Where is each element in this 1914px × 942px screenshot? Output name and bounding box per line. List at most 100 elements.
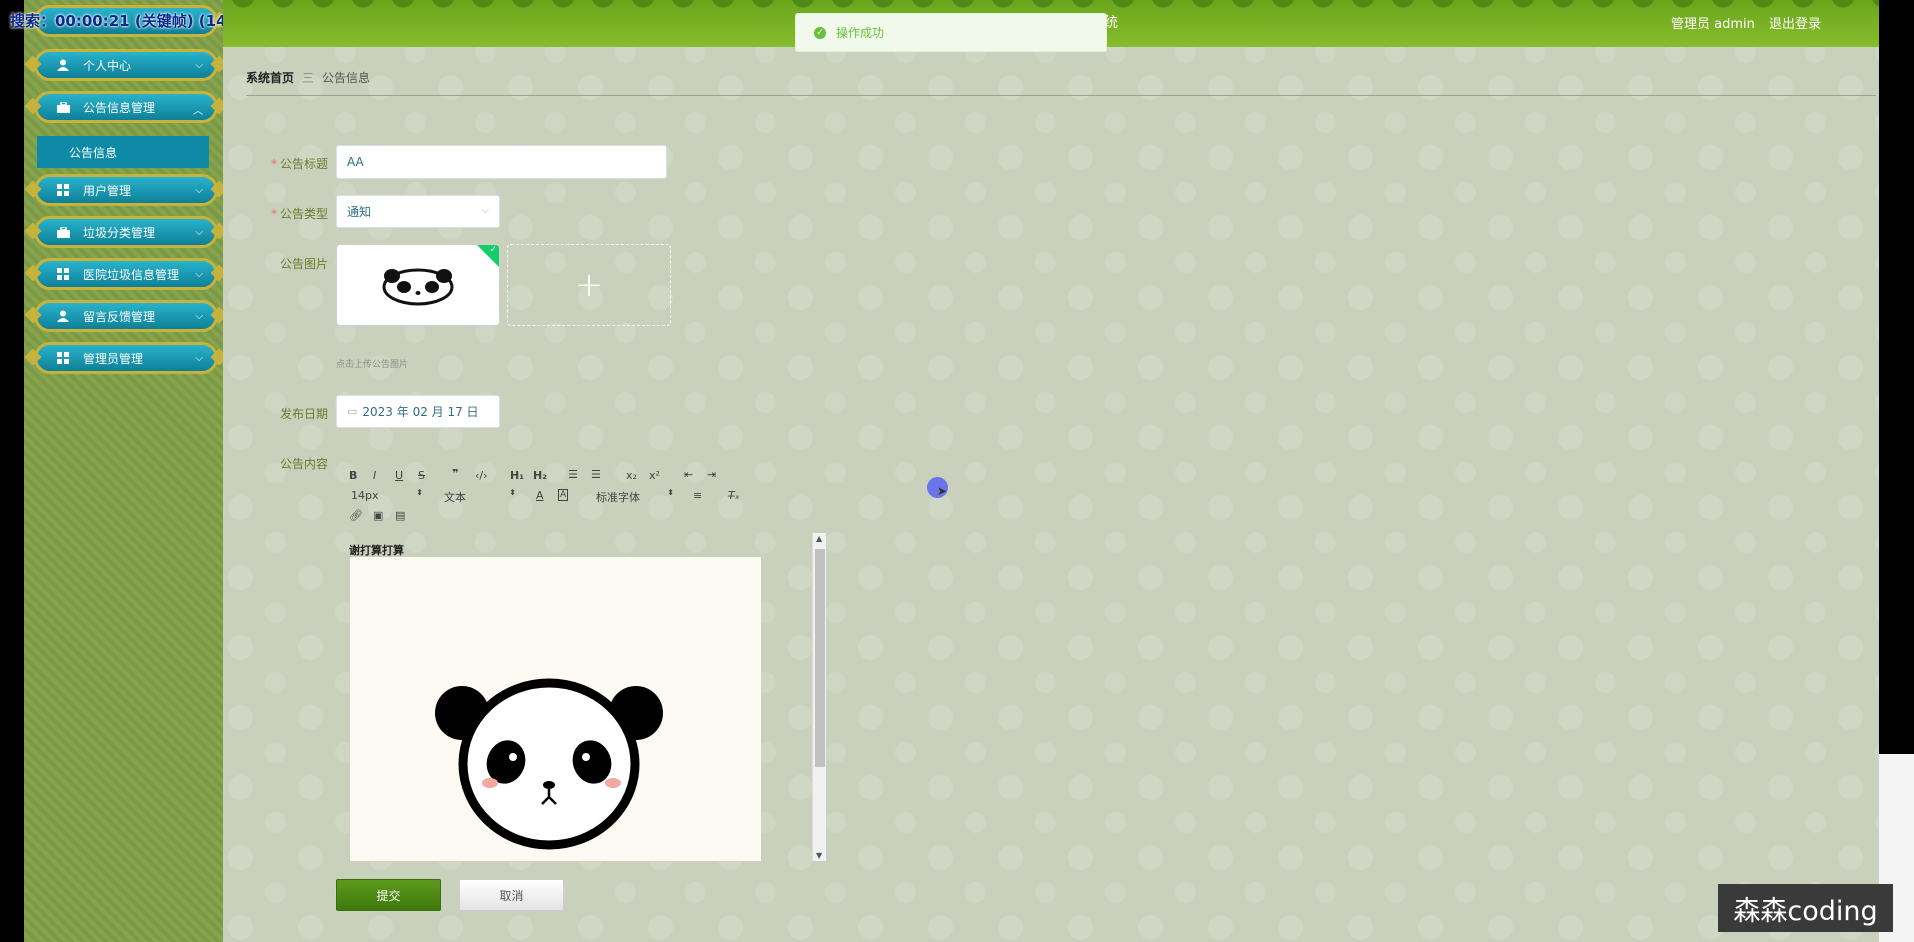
breadcrumb-current: 公告信息 <box>322 71 371 85</box>
breadcrumb-home[interactable]: 系统首页 <box>246 71 294 85</box>
sidebar-item-label: 个人中心 <box>83 58 132 73</box>
editor-scrollbar[interactable]: ▲ ▼ <box>812 533 826 861</box>
sidebar-item-notice-management[interactable]: 公告信息管理 ︿ <box>34 91 218 123</box>
video-icon[interactable]: ▤ <box>395 509 405 522</box>
person-icon <box>55 58 71 72</box>
check-circle-icon: ✓ <box>814 26 826 39</box>
italic-button[interactable]: I <box>373 469 376 482</box>
sidebar-item-label: 公告信息管理 <box>83 100 156 115</box>
user-area: 管理员 admin 退出登录 <box>1671 13 1821 32</box>
user-label: 管理员 admin <box>1670 17 1755 32</box>
sidebar-item-garbage-category[interactable]: 垃圾分类管理 ⌵ <box>34 216 218 248</box>
font-family-select[interactable]: 标准字体 ⬍ <box>596 488 674 505</box>
indent-icon[interactable]: ⇥ <box>707 468 716 481</box>
updown-icon: ⬍ <box>667 488 674 497</box>
panda-image <box>382 268 454 306</box>
sidebar-item-label: 医院垃圾信息管理 <box>83 267 180 282</box>
updown-icon: ⬍ <box>416 488 423 497</box>
bullet-list-icon[interactable]: ☰ <box>591 468 601 481</box>
person-icon <box>55 309 71 323</box>
type-select[interactable]: 通知 ⌵ <box>336 195 500 228</box>
breadcrumb-divider <box>246 95 1876 96</box>
updown-icon: ⬍ <box>509 488 516 497</box>
chevron-down-icon: ⌵ <box>195 185 203 196</box>
image-label: 公告图片 <box>279 257 328 271</box>
calendar-icon: ▭ <box>347 405 358 418</box>
grid-icon <box>55 351 71 365</box>
logout-link[interactable]: 退出登录 <box>1769 17 1821 32</box>
sidebar-item-label: 垃圾分类管理 <box>83 225 156 240</box>
code-block-icon[interactable]: ‹/› <box>475 469 488 482</box>
title-input[interactable]: AA <box>336 145 667 179</box>
chevron-down-icon: ⌵ <box>195 227 203 238</box>
sidebar-item-user-management[interactable]: 用户管理 ⌵ <box>34 174 218 206</box>
date-label: 发布日期 <box>279 407 328 421</box>
mouse-cursor-icon: ➤ <box>937 484 948 498</box>
sidebar-item-label: 用户管理 <box>83 183 132 198</box>
content-label: 公告内容 <box>279 457 328 471</box>
video-timer-overlay: 搜索：00:00:21 (关键帧) (14%) <box>10 12 249 30</box>
type-select-value: 通知 <box>347 205 372 219</box>
block-format-select[interactable]: 文本 ⬍ <box>444 488 516 505</box>
align-icon[interactable]: ≡ <box>693 489 702 502</box>
clear-format-button[interactable]: T̶ₓ <box>728 489 740 502</box>
check-icon: ✓ <box>489 245 497 255</box>
date-input[interactable]: ▭ 2023 年 02 月 17 日 <box>336 395 500 428</box>
link-icon[interactable]: 🔗︎ <box>349 509 363 522</box>
sidebar-item-personal-center[interactable]: 个人中心 ⌵ <box>34 49 218 81</box>
plus-icon: + <box>574 265 604 305</box>
chevron-up-icon: ︿ <box>193 106 203 117</box>
sidebar: 个人中心 ⌵ 公告信息管理 ︿ 公告信息 用户管理 ⌵ 垃圾分类管理 ⌵ 医院垃… <box>24 0 223 942</box>
date-value: 2023 年 02 月 17 日 <box>362 405 479 419</box>
header2-button[interactable]: H₂ <box>533 469 547 482</box>
success-toast: ✓ 操作成功 <box>795 13 1107 52</box>
font-size-select[interactable]: 14px ⬍ <box>351 488 423 502</box>
superscript-button[interactable]: x² <box>649 469 660 482</box>
underline-button[interactable]: U <box>395 469 403 482</box>
scroll-down-icon[interactable]: ▼ <box>816 851 822 860</box>
scroll-up-icon[interactable]: ▲ <box>816 534 822 543</box>
toast-message: 操作成功 <box>836 26 885 40</box>
chevron-down-icon: ⌵ <box>195 269 203 280</box>
sidebar-item-label: 留言反馈管理 <box>83 309 156 324</box>
upload-add-button[interactable]: + <box>507 244 671 326</box>
background-color-button[interactable]: A <box>558 489 569 501</box>
breadcrumb: 系统首页三公告信息 <box>246 69 370 86</box>
header1-button[interactable]: H₁ <box>510 469 524 482</box>
outdent-icon[interactable]: ⇤ <box>684 468 693 481</box>
sidebar-subitem-label: 公告信息 <box>69 145 118 160</box>
cancel-button[interactable]: 取消 <box>459 879 564 911</box>
ordered-list-icon[interactable]: ☰ <box>568 468 578 481</box>
uploaded-image-thumbnail[interactable]: ✓ <box>336 244 500 326</box>
briefcase-icon <box>55 225 71 239</box>
panda-image <box>435 678 663 850</box>
breadcrumb-separator: 三 <box>302 71 315 85</box>
grid-icon <box>55 183 71 197</box>
image-icon[interactable]: ▣ <box>373 509 383 522</box>
sidebar-item-hospital-garbage[interactable]: 医院垃圾信息管理 ⌵ <box>34 258 218 290</box>
watermark: 森森coding <box>1718 884 1893 932</box>
main-content: 统 管理员 admin 退出登录 ✓ 操作成功 系统首页三公告信息 * 公告标题 … <box>223 0 1879 942</box>
editor-embedded-image <box>350 557 761 861</box>
briefcase-icon <box>55 100 71 114</box>
editor-content-text: 谢打算打算 <box>349 544 404 557</box>
sidebar-subitem-notice-info[interactable]: 公告信息 <box>37 136 209 168</box>
chevron-down-icon: ⌵ <box>195 353 203 364</box>
right-edge-strip <box>1879 0 1914 942</box>
upload-tip: 点击上传公告图片 <box>336 360 409 370</box>
font-color-button[interactable]: A <box>536 489 544 502</box>
bold-button[interactable]: B <box>349 469 357 482</box>
scrollbar-thumb[interactable] <box>815 549 825 767</box>
grid-icon <box>55 267 71 281</box>
blockquote-icon[interactable]: ❞ <box>452 467 458 480</box>
subscript-button[interactable]: x₂ <box>626 469 637 482</box>
sidebar-item-admin-management[interactable]: 管理员管理 ⌵ <box>34 342 218 374</box>
submit-button[interactable]: 提交 <box>336 879 441 911</box>
type-label: * 公告类型 <box>270 207 328 221</box>
sidebar-item-feedback[interactable]: 留言反馈管理 ⌵ <box>34 300 218 332</box>
sidebar-item-label: 管理员管理 <box>83 351 144 366</box>
title-label: * 公告标题 <box>270 157 328 171</box>
chevron-down-icon: ⌵ <box>481 205 489 216</box>
topbar-wave-decoration <box>223 0 1879 10</box>
strike-button[interactable]: S <box>418 469 425 482</box>
